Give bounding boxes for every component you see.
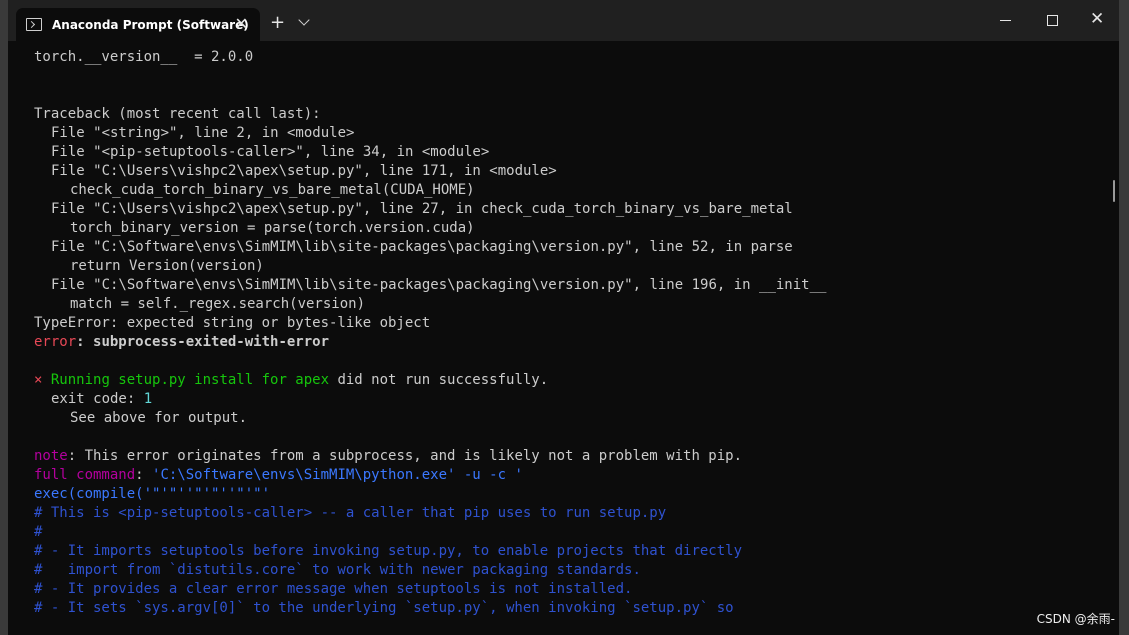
console-line: check_cuda_torch_binary_vs_bare_metal(CU… xyxy=(70,182,475,198)
console-line-note: note: This error originates from a subpr… xyxy=(34,447,1114,466)
full-command-colon: : xyxy=(135,467,153,483)
note-message: : This error originates from a subproces… xyxy=(67,448,743,464)
console-line-comment: # xyxy=(34,524,43,540)
terminal-icon xyxy=(26,18,42,31)
tab-close-icon[interactable]: ✕ xyxy=(235,14,248,33)
console-line: match = self._regex.search(version) xyxy=(70,296,366,312)
console-line-full-command: full command: 'C:\Software\envs\SimMIM\p… xyxy=(34,466,1114,485)
console-line: File "<string>", line 2, in <module> xyxy=(51,125,355,141)
scrollbar-thumb[interactable] xyxy=(1113,180,1115,202)
console-output[interactable]: torch.__version__ = 2.0.0 Traceback (mos… xyxy=(34,48,1114,635)
console-line: exec(compile('"'"''"'"''"'"' xyxy=(34,486,271,502)
console-line: File "C:\Software\envs\SimMIM\lib\site-p… xyxy=(51,277,827,293)
console-line: File "C:\Users\vishpc2\apex\setup.py", l… xyxy=(51,163,557,179)
console-line-see-above: See above for output. xyxy=(70,410,248,426)
console-line: File "C:\Software\envs\SimMIM\lib\site-p… xyxy=(51,239,793,255)
tab-title: Anaconda Prompt (Software) xyxy=(52,17,249,32)
background-window-right xyxy=(1119,0,1129,635)
close-window-button[interactable]: ✕ xyxy=(1090,9,1104,29)
error-label: error xyxy=(34,334,77,350)
minimize-button[interactable] xyxy=(1000,20,1011,21)
console-line-empty xyxy=(34,428,1114,447)
full-command-label: full command xyxy=(34,467,136,483)
console-line: torch.__version__ = 2.0.0 xyxy=(34,49,254,65)
did-not-run-text: did not run successfully. xyxy=(329,372,549,388)
console-line: TypeError: expected string or bytes-like… xyxy=(34,315,431,331)
console-line-comment: # This is <pip-setuptools-caller> -- a c… xyxy=(34,505,667,521)
full-command-value: 'C:\Software\envs\SimMIM\python.exe' -u … xyxy=(152,467,523,483)
watermark-text: CSDN @余雨- xyxy=(1036,612,1115,626)
exit-code-value: 1 xyxy=(143,391,153,407)
new-tab-button[interactable]: + xyxy=(270,12,285,33)
console-line: torch_binary_version = parse(torch.versi… xyxy=(70,220,475,236)
console-line: Traceback (most recent call last): xyxy=(34,106,321,122)
tab-dropdown-chevron-icon[interactable] xyxy=(298,14,310,26)
maximize-button[interactable] xyxy=(1047,15,1058,26)
console-line: File "C:\Users\vishpc2\apex\setup.py", l… xyxy=(51,201,793,217)
console-line-exit: exit code: 1 xyxy=(34,390,1114,409)
exit-code-prefix: exit code: xyxy=(51,391,144,407)
error-message: : subprocess-exited-with-error xyxy=(76,334,330,350)
running-text: Running setup.py install for apex xyxy=(42,372,330,388)
console-line-empty xyxy=(34,352,1114,371)
title-bar: Anaconda Prompt (Software) ✕ + ✕ xyxy=(8,0,1119,41)
console-line-comment: # import from `distutils.core` to work w… xyxy=(34,562,641,578)
console-line-comment: # - It provides a clear error message wh… xyxy=(34,581,633,597)
terminal-window: Anaconda Prompt (Software) ✕ + ✕ torch._… xyxy=(8,0,1119,635)
note-label: note xyxy=(34,448,68,464)
console-line-comment: # - It imports setuptools before invokin… xyxy=(34,543,743,559)
console-line-error: error: subprocess-exited-with-error xyxy=(34,333,1114,352)
background-window-left xyxy=(0,0,8,635)
console-line-comment: # - It sets `sys.argv[0]` to the underly… xyxy=(34,600,734,616)
console-line-empty xyxy=(34,67,1114,86)
console-line-empty xyxy=(34,86,1114,105)
console-line: return Version(version) xyxy=(70,258,264,274)
console-line: File "<pip-setuptools-caller>", line 34,… xyxy=(51,144,490,160)
terminal-tab[interactable]: Anaconda Prompt (Software) ✕ xyxy=(16,8,260,41)
console-line-running: × Running setup.py install for apex did … xyxy=(34,371,1114,390)
